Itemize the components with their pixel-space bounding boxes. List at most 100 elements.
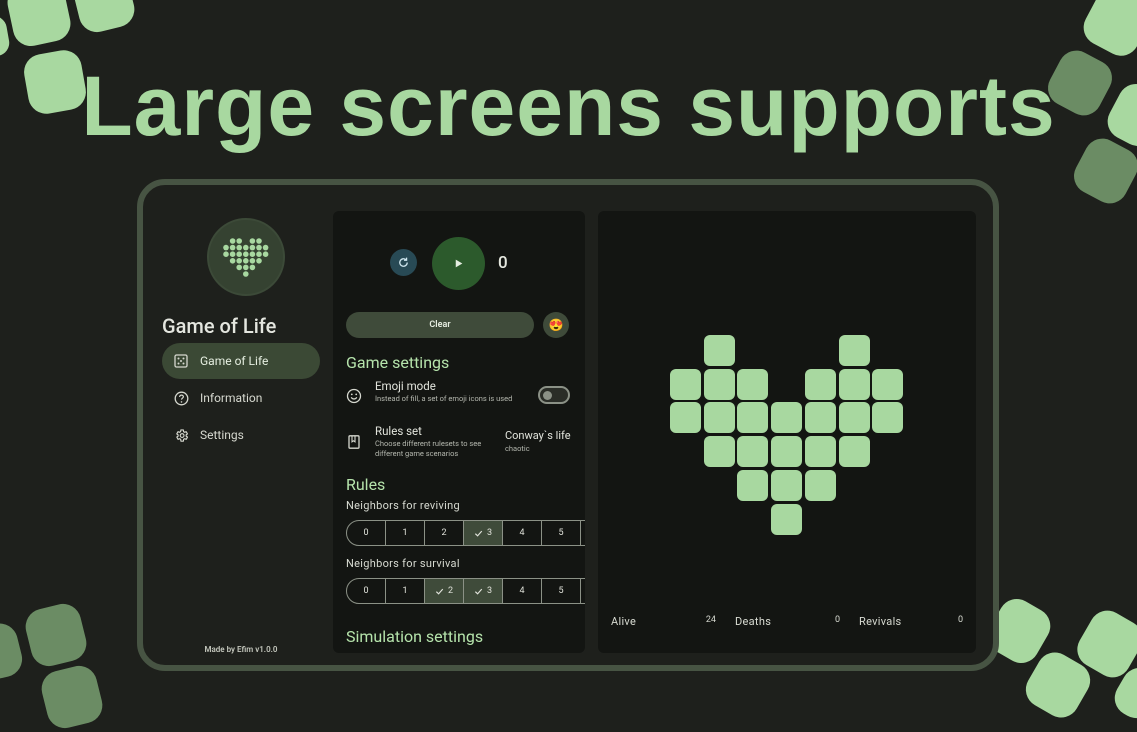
survival-segmented-control[interactable]: 0 1 2 3 4 5 [346, 578, 585, 604]
alive-cell[interactable] [703, 335, 735, 366]
logo-dot [229, 238, 236, 244]
segment-option[interactable]: 5 [542, 520, 581, 546]
book-icon [348, 435, 360, 449]
segment-option[interactable]: 0 [346, 578, 386, 604]
logo-dot [249, 244, 256, 251]
alive-cell[interactable] [737, 368, 769, 400]
segment-option[interactable]: 2 [425, 578, 464, 604]
alive-cell[interactable] [703, 402, 735, 434]
segment-option[interactable]: 3 [464, 520, 503, 546]
revivals-count: 0 [957, 615, 963, 625]
logo-dot [243, 244, 249, 251]
logo-dot [229, 251, 236, 257]
nav-item-information[interactable]: Information [162, 380, 320, 416]
alive-label: Alive [611, 615, 637, 628]
alive-cell[interactable] [838, 335, 870, 366]
segment-option[interactable]: 1 [386, 578, 425, 604]
emoji-mode-description: Instead of fill, a set of emoji icons is… [375, 394, 513, 403]
version-footer: Made by Efim v1.0.0 [204, 645, 278, 654]
nav-item-label: Settings [200, 428, 244, 442]
logo-dot [243, 264, 249, 271]
alive-cell[interactable] [703, 368, 735, 400]
logo-dot [229, 258, 236, 264]
logo-dot [262, 244, 269, 251]
emoji-button[interactable]: 😍 [543, 312, 569, 338]
decorative-tile [69, 0, 139, 36]
logo-dot [262, 251, 269, 257]
logo-dot [249, 238, 256, 244]
logo-dot [256, 238, 262, 244]
reviving-segmented-control[interactable]: 0 1 2 3 4 5 [346, 520, 585, 546]
smiley-icon [346, 388, 362, 404]
play-button[interactable] [432, 237, 485, 290]
alive-cell[interactable] [737, 402, 769, 434]
app-title: Game of Life [162, 314, 277, 338]
deaths-label: Deaths [735, 615, 772, 628]
segment-label: 0 [363, 586, 369, 596]
game-settings-title: Game settings [346, 353, 450, 372]
logo-dot [243, 271, 249, 277]
alive-cell[interactable] [737, 436, 769, 468]
alive-cell[interactable] [804, 368, 836, 400]
simulation-settings-title: Simulation settings [346, 627, 484, 646]
segment-label: 2 [447, 586, 454, 596]
segment-label: 3 [486, 528, 493, 538]
logo-dot [256, 258, 262, 264]
alive-cell[interactable] [804, 436, 836, 468]
segment-option[interactable]: 2 [425, 520, 464, 546]
alive-cell[interactable] [771, 402, 803, 434]
nav-item-settings[interactable]: Settings [162, 417, 320, 453]
segment-option[interactable]: 4 [503, 520, 542, 546]
alive-cell[interactable] [771, 503, 803, 535]
rules-set-title: Rules set [375, 424, 422, 438]
segment-option[interactable]: 5 [542, 578, 581, 604]
alive-cell[interactable] [838, 402, 870, 434]
alive-cell[interactable] [737, 469, 769, 501]
logo-dot [236, 244, 242, 251]
reviving-label: Neighbors for reviving [346, 499, 460, 512]
clear-button[interactable]: Clear [346, 312, 534, 338]
emoji-mode-toggle[interactable] [538, 386, 570, 404]
rules-title: Rules [346, 475, 386, 494]
game-board[interactable]: Alive 24 Deaths 0 Revivals 0 [598, 211, 976, 653]
nav-item-game-of-life[interactable]: Game of Life [162, 343, 320, 379]
segment-option[interactable]: 4 [503, 578, 542, 604]
alive-cell[interactable] [670, 368, 701, 400]
logo-dot [236, 264, 242, 271]
segment-label: 5 [558, 528, 564, 538]
alive-cell[interactable] [872, 368, 904, 400]
logo-dot [236, 238, 242, 244]
segment-overflow[interactable] [581, 578, 585, 604]
alive-cell[interactable] [771, 436, 803, 468]
revivals-label: Revivals [859, 615, 902, 628]
decorative-tile [0, 14, 12, 58]
alive-cell[interactable] [804, 469, 836, 501]
reset-button[interactable] [390, 249, 417, 276]
segment-label: 2 [441, 528, 447, 538]
alive-cell[interactable] [771, 469, 803, 501]
segment-option[interactable]: 3 [464, 578, 503, 604]
segment-option[interactable]: 1 [386, 520, 425, 546]
generation-counter: 0 [498, 253, 508, 273]
alive-cell[interactable] [838, 368, 870, 400]
segment-label: 5 [558, 586, 564, 596]
decorative-tile [4, 0, 74, 50]
check-icon [474, 530, 483, 537]
segment-label: 1 [402, 528, 408, 538]
nav-item-label: Game of Life [200, 354, 269, 368]
alive-cell[interactable] [838, 436, 870, 468]
alive-cell[interactable] [670, 402, 701, 434]
alive-cell[interactable] [872, 402, 904, 434]
check-icon [435, 588, 444, 595]
settings-panel[interactable]: 0 Clear 😍 Game settings Emoji mode Inste… [333, 211, 585, 653]
segment-option[interactable]: 0 [346, 520, 386, 546]
alive-cell[interactable] [804, 402, 836, 434]
segment-overflow[interactable] [581, 520, 585, 546]
alive-cell[interactable] [703, 436, 735, 468]
logo-dot [249, 258, 256, 264]
heart-icon [223, 238, 269, 277]
rules-set-value[interactable]: Conway`s life [505, 429, 571, 442]
play-icon [455, 259, 463, 268]
logo-dot [256, 251, 262, 257]
logo-dot [223, 244, 229, 251]
